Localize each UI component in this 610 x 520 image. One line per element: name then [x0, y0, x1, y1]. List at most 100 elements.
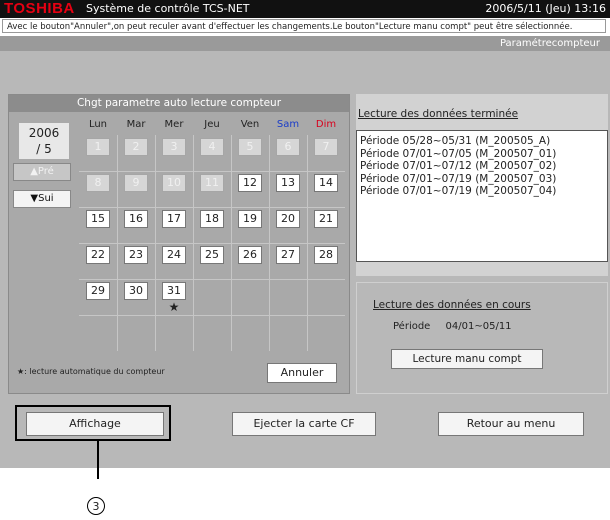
year-label: 2006 [28, 126, 60, 140]
weekday-label: Sam [276, 119, 300, 130]
next-month-button[interactable]: ▼Sui [13, 190, 71, 208]
calendar-cell: 11 [193, 171, 231, 209]
weekday-label: Dim [315, 119, 337, 130]
period-list-item[interactable]: Période 07/01~07/12 (M_200507_02) [360, 160, 604, 173]
calendar-cell: 12 [231, 171, 269, 209]
day-button-31[interactable]: 31 [162, 282, 186, 300]
day-button-28[interactable]: 28 [314, 246, 338, 264]
day-button-26[interactable]: 26 [238, 246, 262, 264]
calendar-cell: 5 [231, 135, 269, 173]
calendar-cell: 28 [307, 243, 345, 281]
read-current-title: Lecture des données en cours [373, 299, 531, 311]
calendar-cell: 20 [269, 207, 307, 245]
calendar-cell: 30 [117, 279, 155, 317]
calendar-cell: 8 [79, 171, 117, 209]
eject-cf-button[interactable]: Ejecter la carte CF [232, 412, 376, 436]
weekday-label: Lun [88, 119, 108, 130]
current-period: Période 04/01~05/11 [393, 321, 512, 332]
screen-subtitle: Paramétrecompteur [499, 38, 600, 49]
weekday-label: Ven [240, 119, 260, 130]
calendar-cell: 13 [269, 171, 307, 209]
day-button-5[interactable]: 5 [238, 138, 262, 156]
calendar-cell: 9 [117, 171, 155, 209]
read-done-panel: Lecture des données terminée Période 05/… [356, 94, 608, 276]
weekday-label: Mer [164, 119, 184, 130]
day-button-4[interactable]: 4 [200, 138, 224, 156]
period-list-item[interactable]: Période 07/01~07/05 (M_200507_01) [360, 148, 604, 161]
day-button-16[interactable]: 16 [124, 210, 148, 228]
month-label: / 5 [36, 142, 52, 156]
callout-line [97, 441, 99, 479]
read-current-panel: Lecture des données en cours Période 04/… [356, 282, 608, 394]
calendar-panel: Chgt parametre auto lecture compteur 200… [8, 94, 350, 394]
day-button-7[interactable]: 7 [314, 138, 338, 156]
year-month-display: 2006 / 5 [19, 123, 69, 159]
day-button-27[interactable]: 27 [276, 246, 300, 264]
calendar-cell: 10 [155, 171, 193, 209]
manual-read-button[interactable]: Lecture manu compt [391, 349, 543, 369]
day-button-9[interactable]: 9 [124, 174, 148, 192]
main-screen: Paramétrecompteur Chgt parametre auto le… [0, 36, 610, 468]
period-list-item[interactable]: Période 07/01~07/19 (M_200507_04) [360, 185, 604, 198]
weekday-label: Jeu [204, 119, 220, 130]
day-button-12[interactable]: 12 [238, 174, 262, 192]
day-button-19[interactable]: 19 [238, 210, 262, 228]
calendar-cell: 23 [117, 243, 155, 281]
calendar-cell: 27 [269, 243, 307, 281]
info-message: Avec le bouton"Annuler",on peut reculer … [2, 19, 606, 33]
period-list-item[interactable]: Période 05/28~05/31 (M_200505_A) [360, 135, 604, 148]
day-button-30[interactable]: 30 [124, 282, 148, 300]
subtitle-bar: Paramétrecompteur [0, 36, 610, 51]
calendar-cell: 7 [307, 135, 345, 173]
calendar-cell: 4 [193, 135, 231, 173]
datetime-display: 2006/5/11 (Jeu) 13:16 [485, 2, 606, 15]
auto-read-star-icon: ★ [168, 300, 180, 314]
day-button-1[interactable]: 1 [86, 138, 110, 156]
day-button-10[interactable]: 10 [162, 174, 186, 192]
prev-month-button[interactable]: ▲Pré [13, 163, 71, 181]
day-button-21[interactable]: 21 [314, 210, 338, 228]
calendar-cell: 21 [307, 207, 345, 245]
calendar-cell: 22 [79, 243, 117, 281]
day-button-2[interactable]: 2 [124, 138, 148, 156]
day-button-3[interactable]: 3 [162, 138, 186, 156]
day-button-23[interactable]: 23 [124, 246, 148, 264]
day-button-22[interactable]: 22 [86, 246, 110, 264]
day-button-17[interactable]: 17 [162, 210, 186, 228]
day-button-15[interactable]: 15 [86, 210, 110, 228]
day-button-11[interactable]: 11 [200, 174, 224, 192]
calendar-cell: 25 [193, 243, 231, 281]
brand-logo: TOSHIBA [4, 0, 75, 17]
day-button-24[interactable]: 24 [162, 246, 186, 264]
day-button-29[interactable]: 29 [86, 282, 110, 300]
app-title: Système de contrôle TCS-NET [86, 2, 250, 15]
annuler-button[interactable]: Annuler [267, 363, 337, 383]
day-button-8[interactable]: 8 [86, 174, 110, 192]
day-button-25[interactable]: 25 [200, 246, 224, 264]
calendar-cell: 2 [117, 135, 155, 173]
day-button-18[interactable]: 18 [200, 210, 224, 228]
callout-highlight-box [15, 405, 171, 441]
weekday-label: Mar [126, 119, 146, 130]
current-period-value: 04/01~05/11 [445, 321, 512, 332]
back-to-menu-button[interactable]: Retour au menu [438, 412, 584, 436]
calendar-title: Chgt parametre auto lecture compteur [9, 95, 349, 112]
period-list-item[interactable]: Période 07/01~07/19 (M_200507_03) [360, 173, 604, 186]
day-button-13[interactable]: 13 [276, 174, 300, 192]
calendar-cell: 6 [269, 135, 307, 173]
legend-text: ★: lecture automatique du compteur [17, 367, 165, 376]
calendar-cell: 31 ★ [155, 279, 193, 317]
calendar-cell: 18 [193, 207, 231, 245]
day-button-20[interactable]: 20 [276, 210, 300, 228]
read-done-title: Lecture des données terminée [358, 108, 519, 120]
calendar-cell: 15 [79, 207, 117, 245]
calendar-cell: 3 [155, 135, 193, 173]
calendar-cell: 19 [231, 207, 269, 245]
calendar-cell: 16 [117, 207, 155, 245]
day-button-14[interactable]: 14 [314, 174, 338, 192]
day-button-6[interactable]: 6 [276, 138, 300, 156]
calendar-cell: 17 [155, 207, 193, 245]
period-list[interactable]: Période 05/28~05/31 (M_200505_A) Période … [356, 130, 608, 262]
callout-number: 3 [87, 497, 105, 515]
title-bar: TOSHIBA Système de contrôle TCS-NET 2006… [0, 0, 610, 18]
